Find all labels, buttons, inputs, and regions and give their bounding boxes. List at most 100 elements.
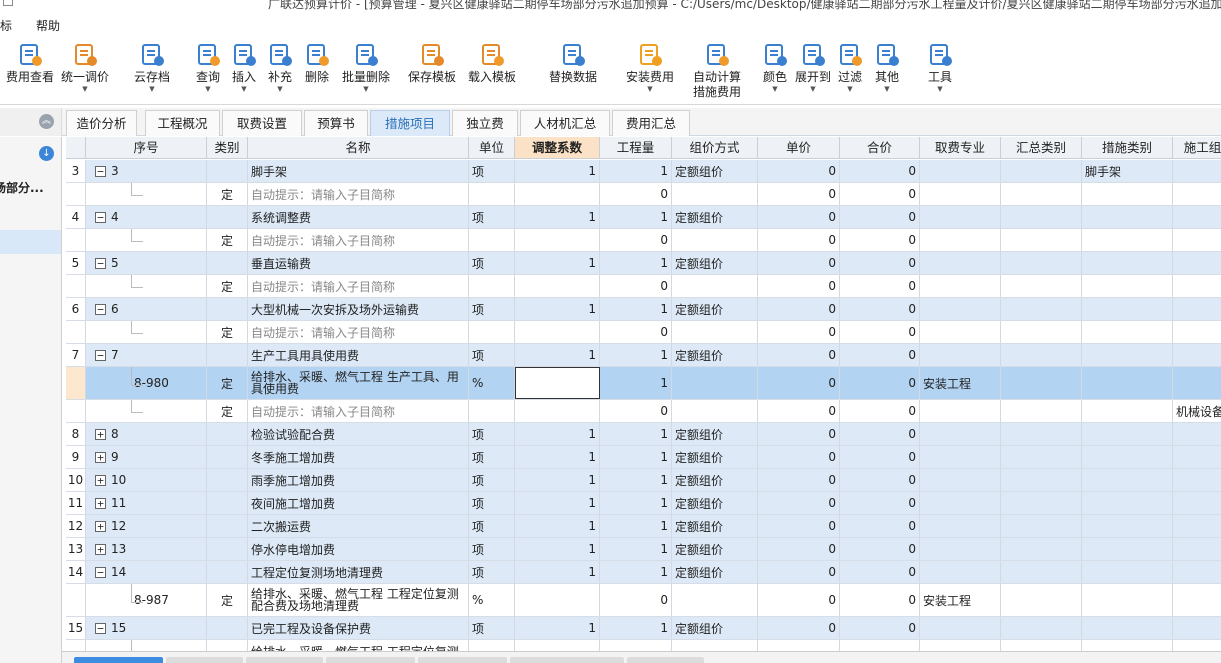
method-cell[interactable]: 定额组价 bbox=[672, 344, 758, 366]
cloud-archive-button[interactable]: 云存档 ▼ bbox=[130, 39, 174, 103]
table-row[interactable]: 3−3 脚手架项 1 1 定额组价 0 0 脚手架 bbox=[66, 160, 1221, 183]
measure-category-cell[interactable] bbox=[1082, 252, 1173, 274]
price-cell[interactable]: 0 bbox=[758, 492, 840, 514]
total-cell[interactable]: 0 bbox=[840, 617, 920, 639]
total-cell[interactable]: 0 bbox=[840, 469, 920, 491]
unit-cell[interactable] bbox=[469, 229, 515, 251]
table-row-child[interactable]: 定自动提示：请输入子目简称 0 0 0 机械设备 bbox=[66, 400, 1221, 423]
qty-cell[interactable]: 1 bbox=[600, 206, 672, 228]
bottom-tab[interactable] bbox=[326, 657, 415, 663]
tab-fee-summary[interactable]: 费用汇总 bbox=[612, 110, 690, 136]
unit-cell[interactable]: 项 bbox=[469, 617, 515, 639]
tree-node-label[interactable]: 场部分... bbox=[0, 179, 44, 196]
dropdown-arrow-icon[interactable]: ▼ bbox=[339, 85, 393, 93]
construction-org-cell[interactable] bbox=[1173, 469, 1221, 491]
summary-category-cell[interactable] bbox=[1001, 515, 1082, 537]
type-cell[interactable] bbox=[207, 561, 248, 583]
price-header[interactable]: 单价 bbox=[758, 137, 840, 159]
dropdown-arrow-icon[interactable]: ▼ bbox=[835, 85, 865, 93]
dropdown-arrow-icon[interactable]: ▼ bbox=[58, 85, 112, 93]
summary-category-cell[interactable] bbox=[1001, 344, 1082, 366]
unit-cell[interactable]: 项 bbox=[469, 469, 515, 491]
collapse-icon[interactable]: − bbox=[95, 211, 106, 223]
seq-cell[interactable]: +8 bbox=[86, 423, 207, 445]
dropdown-arrow-icon[interactable]: ▼ bbox=[229, 85, 259, 93]
method-cell[interactable]: 定额组价 bbox=[672, 561, 758, 583]
profession-cell[interactable] bbox=[920, 640, 1001, 651]
method-header[interactable]: 组价方式 bbox=[672, 137, 758, 159]
name-cell[interactable]: 垂直运输费 bbox=[248, 252, 469, 274]
construction-org-cell[interactable] bbox=[1173, 446, 1221, 468]
coef-cell[interactable] bbox=[515, 367, 600, 399]
method-cell[interactable] bbox=[672, 640, 758, 651]
unit-header[interactable]: 单位 bbox=[469, 137, 515, 159]
profession-cell[interactable] bbox=[920, 538, 1001, 560]
seq-cell[interactable] bbox=[86, 275, 207, 297]
rownum-header[interactable] bbox=[66, 137, 86, 159]
type-cell[interactable]: 定 bbox=[207, 275, 248, 297]
seq-header[interactable]: 序号 bbox=[86, 137, 207, 159]
profession-cell[interactable] bbox=[920, 617, 1001, 639]
coef-cell[interactable] bbox=[515, 229, 600, 251]
unit-cell[interactable]: 项 bbox=[469, 446, 515, 468]
qty-cell[interactable]: 1 bbox=[600, 492, 672, 514]
construction-org-cell[interactable] bbox=[1173, 229, 1221, 251]
expand-icon[interactable]: + bbox=[95, 474, 106, 486]
measure-category-cell[interactable] bbox=[1082, 183, 1173, 205]
total-cell[interactable]: 0 bbox=[840, 344, 920, 366]
bottom-tab[interactable] bbox=[510, 657, 624, 663]
expand-icon[interactable]: + bbox=[95, 520, 106, 532]
total-cell[interactable]: 0 bbox=[840, 400, 920, 422]
table-row[interactable]: 12 +12 二次搬运费项 1 1 定额组价 0 0 bbox=[66, 515, 1221, 538]
seq-cell[interactable] bbox=[86, 400, 207, 422]
measure-category-cell[interactable] bbox=[1082, 640, 1173, 651]
profession-cell[interactable] bbox=[920, 321, 1001, 343]
coef-cell[interactable] bbox=[515, 640, 600, 651]
total-cell[interactable]: 0 bbox=[840, 515, 920, 537]
profession-cell[interactable] bbox=[920, 469, 1001, 491]
construction-org-cell[interactable] bbox=[1173, 584, 1221, 616]
total-cell[interactable]: 0 bbox=[840, 584, 920, 616]
price-cell[interactable]: 0 bbox=[758, 617, 840, 639]
type-cell[interactable] bbox=[207, 640, 248, 651]
name-cell[interactable]: 雨季施工增加费 bbox=[248, 469, 469, 491]
method-cell[interactable] bbox=[672, 367, 758, 399]
type-cell[interactable] bbox=[207, 160, 248, 182]
price-cell[interactable]: 0 bbox=[758, 367, 840, 399]
construction-org-cell[interactable] bbox=[1173, 321, 1221, 343]
tab-fee-settings[interactable]: 取费设置 bbox=[222, 110, 302, 136]
other-button[interactable]: 其他 ▼ bbox=[871, 39, 903, 103]
seq-cell[interactable]: −6 bbox=[86, 298, 207, 320]
construction-org-cell[interactable] bbox=[1173, 492, 1221, 514]
table-row-child[interactable]: 定自动提示：请输入子目简称 0 0 0 bbox=[66, 321, 1221, 344]
method-cell[interactable] bbox=[672, 275, 758, 297]
seq-cell[interactable]: +12 bbox=[86, 515, 207, 537]
measure-category-cell[interactable] bbox=[1082, 515, 1173, 537]
price-cell[interactable]: 0 bbox=[758, 515, 840, 537]
seq-cell[interactable]: −3 bbox=[86, 160, 207, 182]
bottom-tab[interactable] bbox=[627, 657, 704, 663]
type-cell[interactable]: 定 bbox=[207, 400, 248, 422]
type-cell[interactable]: 定 bbox=[207, 321, 248, 343]
install-fee-button[interactable]: 安装费用 ▼ bbox=[623, 39, 677, 103]
measure-category-cell[interactable] bbox=[1082, 367, 1173, 399]
total-cell[interactable]: 0 bbox=[840, 538, 920, 560]
construction-org-cell[interactable] bbox=[1173, 640, 1221, 651]
unit-cell[interactable]: 项 bbox=[469, 515, 515, 537]
profession-cell[interactable] bbox=[920, 423, 1001, 445]
type-cell[interactable]: 定 bbox=[207, 229, 248, 251]
type-cell[interactable]: 定 bbox=[207, 367, 248, 399]
price-cell[interactable]: 0 bbox=[758, 321, 840, 343]
total-cell[interactable]: 0 bbox=[840, 252, 920, 274]
unit-cell[interactable]: 项 bbox=[469, 206, 515, 228]
seq-cell[interactable] bbox=[86, 229, 207, 251]
construction-org-cell[interactable] bbox=[1173, 515, 1221, 537]
total-cell[interactable]: 0 bbox=[840, 298, 920, 320]
name-cell[interactable]: 冬季施工增加费 bbox=[248, 446, 469, 468]
total-cell[interactable]: 0 bbox=[840, 275, 920, 297]
table-row[interactable]: 14−14 工程定位复测场地清理费项 1 1 定额组价 0 0 bbox=[66, 561, 1221, 584]
name-cell[interactable]: 生产工具用具使用费 bbox=[248, 344, 469, 366]
measure-category-cell[interactable] bbox=[1082, 275, 1173, 297]
coef-cell[interactable]: 1 bbox=[515, 469, 600, 491]
seq-cell[interactable]: +9 bbox=[86, 446, 207, 468]
